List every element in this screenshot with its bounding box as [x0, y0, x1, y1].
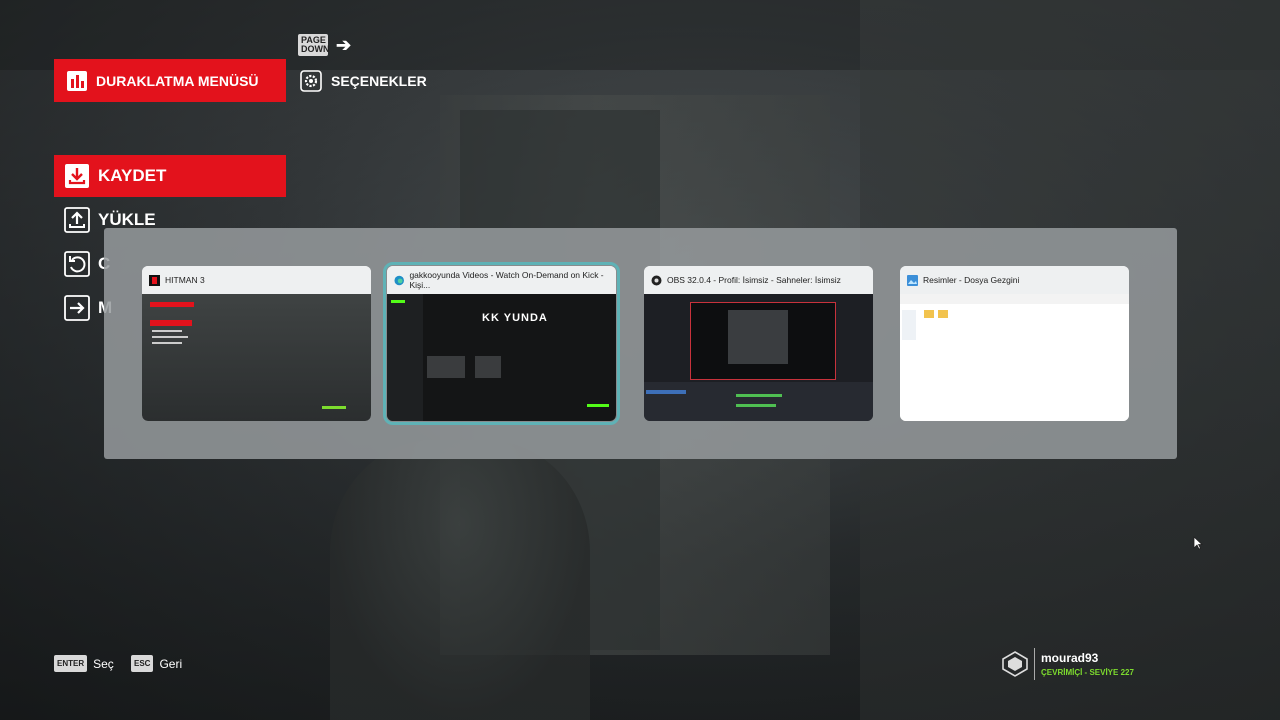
window-titlebar: Resimler - Dosya Gezgini: [900, 266, 1129, 294]
tab-options-label: SEÇENEKLER: [331, 73, 427, 89]
window-thumbnail-hitman[interactable]: HITMAN 3: [142, 266, 371, 421]
window-title: OBS 32.0.4 - Profil: İsimsiz - Sahneler:…: [667, 275, 841, 285]
menu-item-label: KAYDET: [98, 166, 167, 185]
arrow-right-icon: ➔: [336, 34, 352, 55]
photos-folder-icon: [907, 274, 918, 286]
page-down-key: PAGE DOWN: [298, 34, 330, 56]
mouse-cursor-icon: [1193, 536, 1203, 550]
window-titlebar: HITMAN 3: [142, 266, 371, 294]
enter-key: ENTER: [54, 655, 88, 672]
obs-icon: [651, 275, 662, 285]
window-title: gakkooyunda Videos - Watch On-Demand on …: [409, 270, 604, 290]
esc-key: ESC: [131, 655, 154, 672]
tab-options[interactable]: SEÇENEKLER: [300, 68, 427, 94]
tab-pause-menu-label: DURAKLATMA MENÜSÜ: [96, 72, 259, 89]
save-icon: [65, 164, 89, 188]
channel-banner-text: KK YUNDA: [482, 312, 548, 324]
exit-icon: [64, 295, 90, 321]
menu-item-save[interactable]: KAYDET: [54, 155, 286, 197]
menu-item-label: YÜKLE: [98, 210, 156, 229]
window-title: HITMAN 3: [165, 275, 205, 285]
online-status: ÇEVRİMİÇİ - SEVİYE 227: [1041, 668, 1134, 677]
restart-icon: [64, 251, 90, 277]
player-profile: mourad93 ÇEVRİMİÇİ - SEVİYE 227: [1002, 648, 1134, 680]
edge-browser-icon: [394, 275, 404, 285]
select-label: Seç: [93, 656, 114, 671]
page-down-hint[interactable]: PAGE DOWN ➔: [298, 34, 351, 56]
window-preview: [900, 294, 1129, 421]
window-thumbnail-kick[interactable]: gakkooyunda Videos - Watch On-Demand on …: [383, 262, 620, 425]
level-badge-icon: [1002, 651, 1028, 677]
gear-icon: [300, 70, 322, 92]
tab-pause-menu[interactable]: DURAKLATMA MENÜSÜ: [54, 59, 286, 102]
upload-icon: [64, 207, 90, 233]
window-preview: KK YUNDA: [387, 294, 616, 421]
select-hint[interactable]: ENTER Seç: [54, 655, 114, 672]
window-thumbnail-obs[interactable]: OBS 32.0.4 - Profil: İsimsiz - Sahneler:…: [644, 266, 873, 421]
task-switcher: HITMAN 3 gakkooyunda Videos - Watch On-D…: [104, 228, 1177, 459]
username: mourad93: [1041, 651, 1099, 665]
window-title: Resimler - Dosya Gezgini: [923, 275, 1020, 285]
bar-chart-icon: [67, 70, 87, 91]
hitman-app-icon: [149, 274, 160, 286]
window-thumbnail-files[interactable]: Resimler - Dosya Gezgini: [900, 266, 1129, 421]
window-preview: [644, 294, 873, 421]
window-preview: [142, 294, 371, 421]
back-label: Geri: [159, 656, 183, 671]
window-titlebar: OBS 32.0.4 - Profil: İsimsiz - Sahneler:…: [644, 266, 873, 294]
window-titlebar: gakkooyunda Videos - Watch On-Demand on …: [387, 266, 616, 294]
back-hint[interactable]: ESC Geri: [131, 655, 182, 672]
